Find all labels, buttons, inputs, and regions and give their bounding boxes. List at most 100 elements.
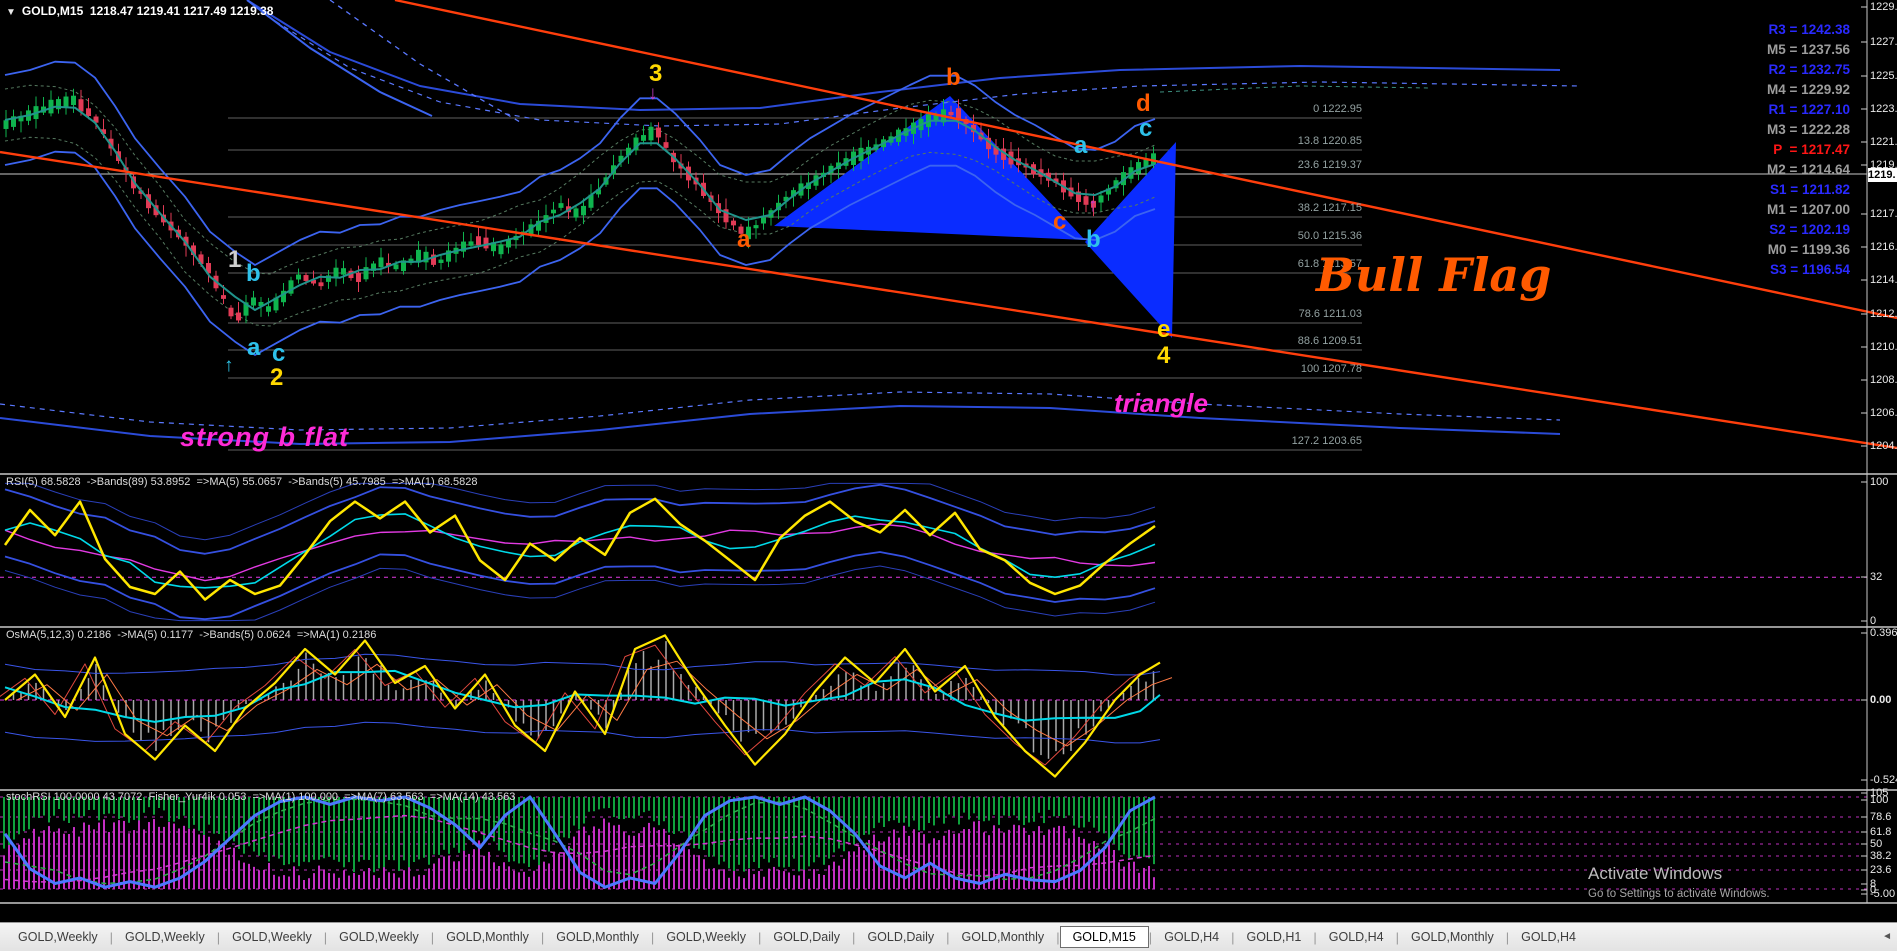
osma-panel-header: OsMA(5,12,3) 0.2186 ->MA(5) 0.1177 ->Ban… (6, 629, 377, 641)
pivot-level-row: R2 = 1232.75 (1768, 62, 1850, 77)
chart-tab-gold-monthly[interactable]: GOLD,Monthly (1399, 927, 1506, 947)
wave-label: d (1136, 90, 1151, 117)
wave-label: a (247, 334, 261, 361)
ohlc-values: 1218.47 1219.41 1217.49 1219.38 (89, 4, 274, 18)
pivot-level-row: R3 = 1242.38 (1768, 22, 1850, 37)
chart-tab-gold-monthly[interactable]: GOLD,Monthly (434, 927, 541, 947)
pivot-level-row: M0 = 1199.36 (1767, 242, 1850, 257)
main-chart-area[interactable] (0, 0, 1867, 473)
rsi-panel-header: RSI(5) 68.5828 ->Bands(89) 53.8952 =>MA(… (6, 476, 478, 488)
pivot-level-row: M4 = 1229.92 (1767, 82, 1850, 97)
activate-windows-text: Activate Windows (1588, 864, 1723, 883)
wave-label: c (272, 340, 286, 367)
price-axis-label: 1217. (1870, 208, 1897, 220)
wave-label: b (246, 260, 261, 287)
pivot-level-row: M2 = 1214.64 (1767, 162, 1850, 177)
wave-label: 1 (228, 246, 242, 273)
price-axis-label: 1210. (1870, 341, 1897, 353)
symbol-timeframe: GOLD,M15 (21, 4, 84, 18)
stoch-scale-label: 61.8 (1870, 826, 1892, 838)
mt4-window: ▼ GOLD,M15 1218.47 1219.41 1217.49 1219.3… (0, 0, 1897, 951)
wave-label: a (737, 226, 751, 253)
fib-level-label: 38.2 1217.15 (1297, 202, 1362, 214)
chart-tab-bar: GOLD,Weekly | GOLD,Weekly | GOLD,Weekly | GOLD… (0, 922, 1897, 951)
wave-label: 4 (1157, 342, 1171, 369)
time-axis[interactable]: 24 Mar 201624 Mar 20:0024 Mar 22:0028 Ma… (0, 904, 1897, 922)
pivot-level-row: M3 = 1222.28 (1767, 122, 1850, 137)
chart-tab-gold-m15[interactable]: GOLD,M15 (1059, 926, 1149, 948)
price-axis-label: 1212. (1870, 308, 1897, 320)
price-axis-label: 1227. (1870, 36, 1897, 48)
chart-tab-gold-weekly[interactable]: GOLD,Weekly (327, 927, 431, 947)
activate-windows-subtext: Go to Settings to activate Windows. (1588, 888, 1770, 900)
stoch-panel-header: stochRSI 100.0000 43.7072 Fisher_Yur4ik … (6, 791, 516, 803)
stoch-scale-label: -5.00 (1870, 888, 1896, 900)
fib-level-label: 50.0 1215.36 (1297, 230, 1362, 242)
price-axis-label: 1208. (1870, 374, 1897, 386)
wave-label: 2 (270, 364, 284, 391)
signal-arrow-icon: ↑ (224, 355, 234, 376)
price-axis-label: 1223. (1870, 103, 1897, 115)
pivot-level-row: R1 = 1227.10 (1768, 102, 1850, 117)
stoch-scale-label: 50 (1870, 838, 1883, 850)
chart-tab-gold-weekly[interactable]: GOLD,Weekly (654, 927, 758, 947)
chart-title: ▼ GOLD,M15 1218.47 1219.41 1217.49 1219.3… (6, 4, 273, 18)
rsi-scale-label: 100 (1870, 476, 1889, 488)
price-axis-label: 1204. (1870, 440, 1897, 452)
pivot-level-row: P = 1217.47 (1773, 142, 1850, 157)
osma-scale-label: 0.3961 (1870, 627, 1897, 639)
pivot-level-row: M1 = 1207.00 (1767, 202, 1850, 217)
chart-tab-gold-h4[interactable]: GOLD,H4 (1152, 927, 1231, 947)
fib-level-label: 0 1222.95 (1313, 103, 1362, 115)
pivot-level-row: S1 = 1211.82 (1770, 182, 1850, 197)
fib-level-label: 88.6 1209.51 (1297, 335, 1362, 347)
price-axis-label: 1214. (1870, 274, 1897, 286)
rsi-scale-label: 32 (1870, 571, 1883, 583)
wave-label: e (1157, 316, 1171, 343)
signal-arrow-icon: ↑ (1088, 195, 1098, 216)
fib-level-label: 127.2 1203.65 (1291, 435, 1362, 447)
price-axis-label: 1229. (1870, 1, 1897, 13)
chart-tab-gold-weekly[interactable]: GOLD,Weekly (220, 927, 324, 947)
fib-level-label: 13.8 1220.85 (1297, 135, 1362, 147)
wave-label: b (1086, 226, 1101, 253)
bull-flag-annotation: Bull Flag (1316, 248, 1552, 302)
chart-tab-gold-daily[interactable]: GOLD,Daily (855, 927, 946, 947)
chart-tab-gold-monthly[interactable]: GOLD,Monthly (950, 927, 1057, 947)
chart-tab-gold-daily[interactable]: GOLD,Daily (761, 927, 852, 947)
wave-label: b (946, 64, 961, 91)
chart-tab-gold-h1[interactable]: GOLD,H1 (1234, 927, 1313, 947)
pivot-level-row: M5 = 1237.56 (1767, 42, 1850, 57)
pivot-level-row: S2 = 1202.19 (1769, 222, 1850, 237)
chart-tab-gold-weekly[interactable]: GOLD,Weekly (6, 927, 110, 947)
stoch-scale-label: 23.6 (1870, 864, 1892, 876)
price-axis-label: 1221. (1870, 136, 1897, 148)
fib-level-label: 23.6 1219.37 (1297, 159, 1362, 171)
tab-scroll-arrow-icon[interactable]: ◄ (1882, 931, 1892, 942)
chevron-down-icon[interactable]: ▼ (6, 7, 16, 18)
chart-tab-gold-monthly[interactable]: GOLD,Monthly (544, 927, 651, 947)
stoch-scale-label: 100 (1870, 794, 1889, 806)
fib-level-label: 78.6 1211.03 (1298, 308, 1362, 320)
osma-scale-label: -0.524 (1870, 774, 1897, 786)
fib-level-label: 100 1207.78 (1300, 363, 1362, 375)
osma-scale-label: 0.00 (1870, 694, 1892, 706)
pivot-levels-block: R3 = 1242.38 M5 = 1237.56 R2 = 1232.75 M4 =… (1700, 20, 1850, 280)
price-axis-label: 1216. (1870, 241, 1897, 253)
pivot-level-row: S3 = 1196.54 (1770, 262, 1850, 277)
rsi-scale-label: 0 (1870, 615, 1877, 627)
signal-arrow-icon: ↓ (648, 83, 658, 104)
wave-label: c (1139, 115, 1153, 142)
wave-label: a (1074, 132, 1088, 159)
stoch-scale-label: 78.6 (1870, 811, 1892, 823)
price-axis-label: 1225. (1870, 70, 1897, 82)
triangle-annotation: triangle (1114, 388, 1208, 418)
chart-tab-gold-h4[interactable]: GOLD,H4 (1509, 927, 1588, 947)
chart-tab-gold-weekly[interactable]: GOLD,Weekly (113, 927, 217, 947)
chart-tab-gold-h4[interactable]: GOLD,H4 (1317, 927, 1396, 947)
current-price-tag: 1219. (1868, 168, 1897, 182)
stoch-scale-label: 38.2 (1870, 850, 1892, 862)
wave-label: c (1053, 208, 1067, 235)
strong-b-flat-annotation: strong b flat (180, 422, 349, 452)
price-axis-label: 1206. (1870, 407, 1897, 419)
